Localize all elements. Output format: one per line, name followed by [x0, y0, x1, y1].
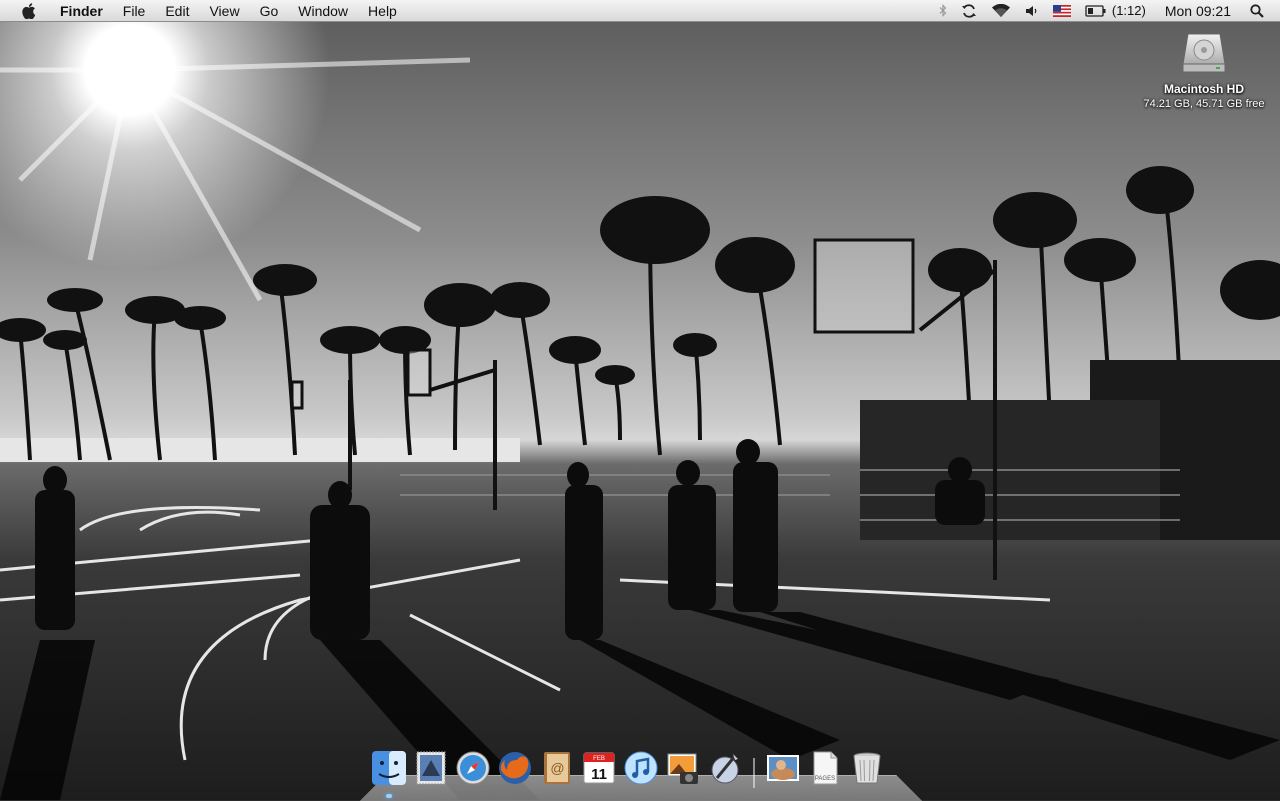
battery-icon[interactable]: (1:12): [1078, 0, 1153, 22]
menu-clock[interactable]: Mon 09:21: [1153, 0, 1243, 22]
dock-photo[interactable]: [764, 748, 802, 788]
dock-trash[interactable]: [848, 748, 886, 788]
dock-itunes[interactable]: [622, 748, 660, 788]
running-indicator: [386, 794, 392, 798]
time-machine-sync-icon[interactable]: [954, 0, 984, 22]
bluetooth-icon[interactable]: [932, 0, 954, 22]
mail-stamp-icon: [416, 751, 446, 785]
menu-app-finder[interactable]: Finder: [50, 0, 113, 22]
safari-compass-icon: [456, 751, 490, 785]
photo-thumbnail-icon: [767, 755, 799, 781]
spotlight-search-icon[interactable]: [1243, 0, 1280, 22]
dock-iphoto[interactable]: [664, 748, 702, 788]
menu-file[interactable]: File: [113, 0, 156, 22]
dock-address-book[interactable]: @: [538, 748, 576, 788]
dock-safari[interactable]: [454, 748, 492, 788]
battery-time: (1:12): [1111, 3, 1146, 18]
drive-name: Macintosh HD: [1163, 82, 1244, 96]
dock-script-editor[interactable]: [706, 748, 744, 788]
menu-window[interactable]: Window: [288, 0, 358, 22]
dock: @ FEB 11 PAGES: [370, 744, 886, 798]
firefox-icon: [499, 752, 531, 784]
dock-pages[interactable]: PAGES: [806, 748, 844, 788]
dock-separator: [748, 748, 760, 788]
desktop-drive-macintosh-hd[interactable]: Macintosh HD 74.21 GB, 45.71 GB free: [1136, 28, 1272, 111]
menu-go[interactable]: Go: [250, 0, 289, 22]
trash-icon: [853, 752, 881, 784]
ical-month: FEB: [593, 756, 605, 762]
ical-day: 11: [591, 766, 607, 783]
svg-text:@: @: [550, 760, 564, 776]
wifi-icon[interactable]: [984, 0, 1018, 22]
dock-ical[interactable]: FEB 11: [580, 748, 618, 788]
dock-finder[interactable]: [370, 748, 408, 798]
address-book-icon: @: [544, 752, 570, 784]
menu-bar: Finder File Edit View Go Window Help (1:…: [0, 0, 1280, 22]
menu-edit[interactable]: Edit: [155, 0, 199, 22]
menu-view[interactable]: View: [199, 0, 249, 22]
volume-icon[interactable]: [1018, 0, 1046, 22]
dock-mail[interactable]: [412, 748, 450, 788]
hard-drive-icon[interactable]: [1180, 28, 1228, 78]
pages-label: PAGES: [815, 776, 835, 782]
us-flag-input-icon[interactable]: [1046, 0, 1078, 22]
wallpaper-scene: [0, 57, 1280, 800]
drive-info: 74.21 GB, 45.71 GB free: [1143, 98, 1265, 110]
pages-document-icon: PAGES: [813, 751, 838, 785]
iphoto-icon: [667, 753, 698, 784]
finder-icon: [372, 751, 406, 785]
apple-menu-icon[interactable]: [16, 2, 42, 19]
calendar-icon: FEB 11: [583, 752, 615, 784]
desktop-wallpaper: [0, 0, 1280, 800]
itunes-icon: [624, 751, 658, 785]
menu-help[interactable]: Help: [358, 0, 407, 22]
dock-firefox[interactable]: [496, 748, 534, 788]
script-editor-icon: [711, 754, 739, 784]
